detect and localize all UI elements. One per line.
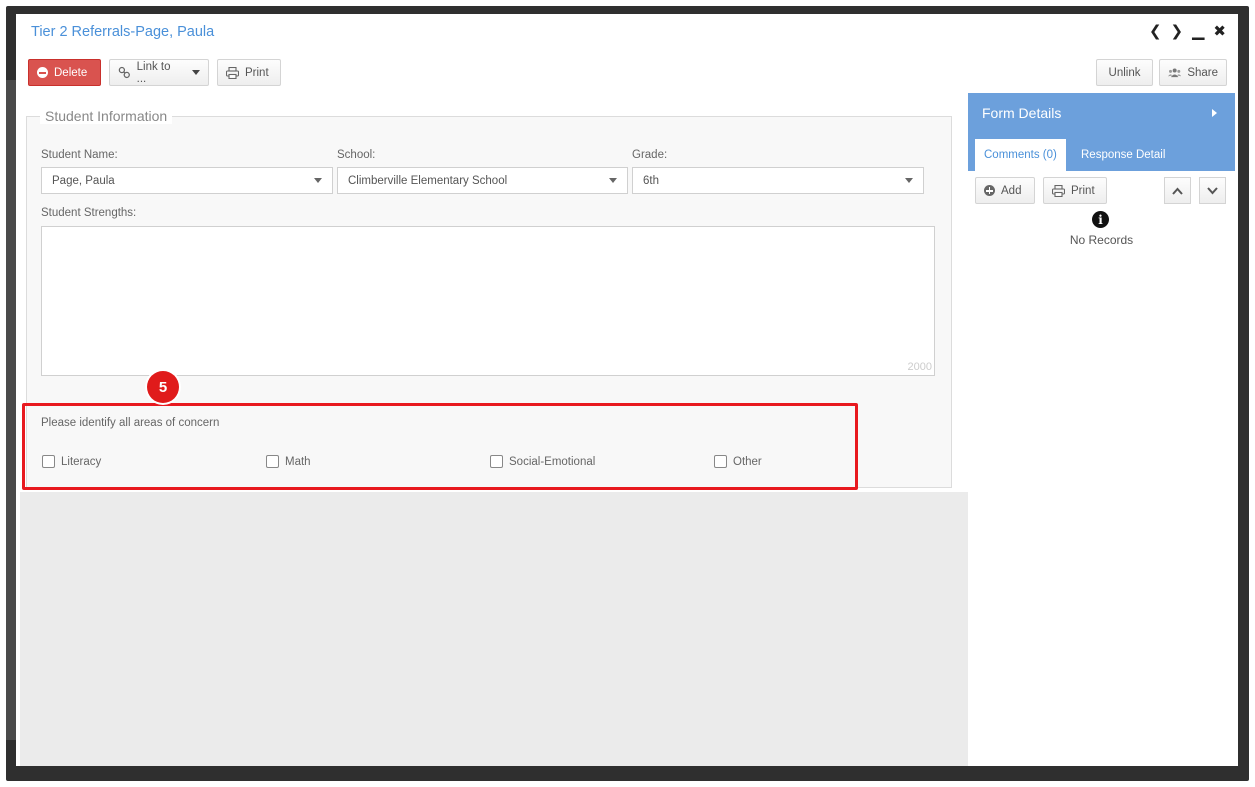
grade-value: 6th [643, 174, 659, 187]
chevron-down-icon [1207, 186, 1218, 194]
unlink-label: Unlink [1108, 66, 1141, 79]
users-icon [1168, 68, 1182, 77]
print-button[interactable]: Print [217, 59, 281, 86]
chevron-up-icon [1172, 187, 1183, 195]
printer-icon [1052, 184, 1065, 197]
chevron-right-icon[interactable]: ❯ [1171, 23, 1184, 41]
link-to-label: Link to ... [136, 60, 171, 85]
scroll-down-button[interactable] [1199, 177, 1226, 204]
close-icon[interactable]: ✖ [1213, 23, 1226, 41]
delete-label: Delete [54, 66, 88, 79]
student-name-label: Student Name: [41, 149, 118, 161]
minimize-icon[interactable]: ▁ [1192, 23, 1204, 41]
character-counter: 2000 [907, 361, 932, 373]
step-badge: 5 [147, 371, 179, 403]
student-strengths-label: Student Strengths: [41, 207, 137, 219]
form-details-panel: Form Details Comments (0) Response Detai… [968, 93, 1235, 766]
form-details-header: Form Details Comments (0) Response Detai… [968, 93, 1235, 171]
link-icon [118, 66, 130, 79]
student-strengths-textarea[interactable]: 2000 [41, 226, 935, 376]
caret-right-icon[interactable] [1212, 109, 1217, 117]
form-modal: Tier 2 Referrals-Page, Paula ❮ ❯ ▁ ✖ Del… [16, 14, 1238, 766]
unlink-button[interactable]: Unlink [1096, 59, 1153, 86]
add-label: Add [1001, 184, 1022, 197]
scroll-up-button[interactable] [1164, 177, 1191, 204]
no-records-message: No Records [1069, 233, 1134, 247]
caret-down-icon [905, 178, 913, 183]
tab-comments[interactable]: Comments (0) [975, 139, 1066, 171]
form-details-title: Form Details [982, 105, 1062, 121]
school-select[interactable]: Climberville Elementary School [337, 167, 628, 194]
section-title: Student Information [40, 108, 173, 124]
share-button[interactable]: Share [1159, 59, 1227, 86]
plus-circle-icon [984, 185, 995, 196]
school-value: Climberville Elementary School [348, 174, 508, 187]
printer-icon [226, 66, 239, 79]
print-label: Print [245, 66, 269, 79]
student-name-value: Page, Paula [52, 174, 115, 187]
link-to-button[interactable]: Link to ... [109, 59, 209, 86]
school-label: School: [337, 149, 376, 161]
window-controls: ❮ ❯ ▁ ✖ [1149, 23, 1226, 41]
student-name-select[interactable]: Page, Paula [41, 167, 333, 194]
chevron-left-icon[interactable]: ❮ [1149, 23, 1162, 41]
share-label: Share [1187, 66, 1218, 79]
add-comment-button[interactable]: Add [975, 177, 1035, 204]
tab-response-detail[interactable]: Response Detail [1072, 139, 1174, 171]
delete-button[interactable]: Delete [28, 59, 101, 86]
window-title: Tier 2 Referrals-Page, Paula [31, 24, 215, 40]
caret-down-icon [192, 70, 200, 75]
print-label: Print [1071, 184, 1095, 197]
grade-select[interactable]: 6th [632, 167, 924, 194]
backdrop-left-edge [6, 80, 16, 740]
grade-label: Grade: [632, 149, 668, 161]
print-comments-button[interactable]: Print [1043, 177, 1107, 204]
info-icon: i [1092, 211, 1109, 228]
caret-down-icon [314, 178, 322, 183]
caret-down-icon [609, 178, 617, 183]
annotation-highlight-box [22, 403, 858, 490]
minus-circle-icon [37, 67, 48, 78]
